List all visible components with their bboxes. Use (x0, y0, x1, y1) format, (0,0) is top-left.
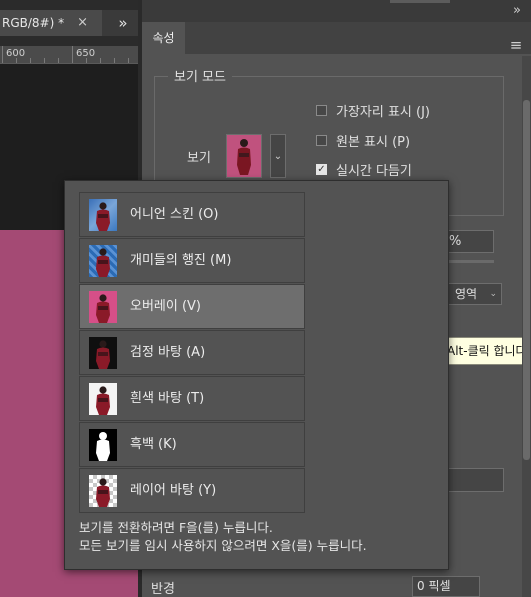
checkbox-label: 가장자리 표시 (J) (336, 104, 431, 120)
view-mode-label: 흑백 (K) (130, 437, 177, 452)
scrollbar-thumb[interactable] (523, 100, 530, 460)
close-icon[interactable]: × (77, 10, 88, 36)
view-mode-thumbnail-icon (89, 291, 117, 323)
hint-line: 모든 보기를 임시 사용하지 않으려면 X을(를) 누릅니다. (79, 538, 367, 553)
hint-line: 보기를 전환하려면 F을(를) 누릅니다. (79, 520, 273, 535)
view-mode-label: 흰색 바탕 (T) (130, 391, 205, 406)
panel-tabstrip: 속성 (142, 22, 531, 54)
view-label: 보기 (187, 151, 211, 166)
area-select[interactable]: 영역 ⌄ (442, 283, 502, 305)
document-tab-title: RGB/8#) * (2, 16, 65, 30)
view-mode-item[interactable]: 어니언 스킨 (O) (79, 192, 305, 237)
tabs-overflow-icon[interactable]: » (110, 11, 136, 35)
document-tab[interactable]: RGB/8#) * × (0, 10, 102, 36)
view-mode-item[interactable]: 오버레이 (V) (79, 284, 305, 329)
tooltip: Alt-클릭 합니다 (442, 337, 531, 365)
area-select-value: 영역 (455, 287, 478, 301)
view-mode-label: 오버레이 (V) (130, 299, 202, 314)
view-mode-popup: 어니언 스킨 (O) 개미들의 행진 (M) 오버레이 (V) 검정 바탕 (A) 흰색… (64, 180, 449, 570)
collapse-panel-icon[interactable]: » (505, 1, 529, 21)
checkbox-box[interactable] (316, 134, 327, 146)
radius-label: 반경 (151, 582, 175, 597)
view-mode-item[interactable]: 흑백 (K) (79, 422, 305, 467)
view-mode-thumbnail-icon (89, 337, 117, 369)
checkbox-label: 실시간 다듬기 (336, 163, 412, 179)
view-mode-item[interactable]: 흰색 바탕 (T) (79, 376, 305, 421)
show-edge-checkbox[interactable]: 가장자리 표시 (J) (316, 100, 430, 120)
panel-header-control[interactable] (390, 0, 450, 3)
chevron-down-icon: ⌄ (489, 289, 497, 299)
view-mode-thumbnail-icon (89, 245, 117, 277)
realtime-refine-checkbox[interactable]: ✓ 실시간 다듬기 (316, 159, 412, 179)
view-mode-thumbnail-icon (89, 383, 117, 415)
view-mode-list: 어니언 스킨 (O) 개미들의 행진 (M) 오버레이 (V) 검정 바탕 (A) 흰색… (79, 192, 305, 514)
view-mode-label: 레이어 바탕 (Y) (130, 483, 217, 498)
panel-header (142, 0, 531, 22)
opacity-value: % (449, 234, 462, 249)
checkbox-box[interactable]: ✓ (316, 163, 327, 175)
checkbox-label: 원본 표시 (P) (336, 134, 411, 150)
view-mode-label: 검정 바탕 (A) (130, 345, 206, 360)
person-thumbnail-icon (237, 139, 251, 175)
horizontal-ruler: 600 650 (0, 46, 138, 64)
view-mode-thumbnail-icon (89, 475, 117, 507)
view-mode-item[interactable]: 검정 바탕 (A) (79, 330, 305, 375)
view-mode-item[interactable]: 개미들의 행진 (M) (79, 238, 305, 283)
view-mode-item[interactable]: 레이어 바탕 (Y) (79, 468, 305, 513)
popup-hint: 보기를 전환하려면 F을(를) 누릅니다. 모든 보기를 임시 사용하지 않으려… (79, 519, 367, 555)
view-mode-thumbnail-icon (89, 199, 117, 231)
view-mode-preview[interactable] (226, 134, 262, 178)
view-mode-thumbnail-icon (89, 429, 117, 461)
opacity-slider[interactable] (442, 260, 494, 263)
checkbox-box[interactable] (316, 104, 327, 116)
tab-properties[interactable]: 속성 (142, 22, 185, 54)
opacity-field[interactable]: % (442, 230, 494, 253)
panel-menu-icon[interactable]: ≡ (504, 32, 528, 58)
radius-field[interactable]: 0 픽셀 (412, 576, 480, 597)
show-original-checkbox[interactable]: 원본 표시 (P) (316, 130, 410, 150)
chevron-down-icon[interactable]: ⌄ (270, 134, 286, 178)
view-mode-title: 보기 모드 (168, 66, 232, 85)
view-mode-label: 개미들의 행진 (M) (130, 253, 232, 268)
view-mode-label: 어니언 스킨 (O) (130, 207, 219, 222)
